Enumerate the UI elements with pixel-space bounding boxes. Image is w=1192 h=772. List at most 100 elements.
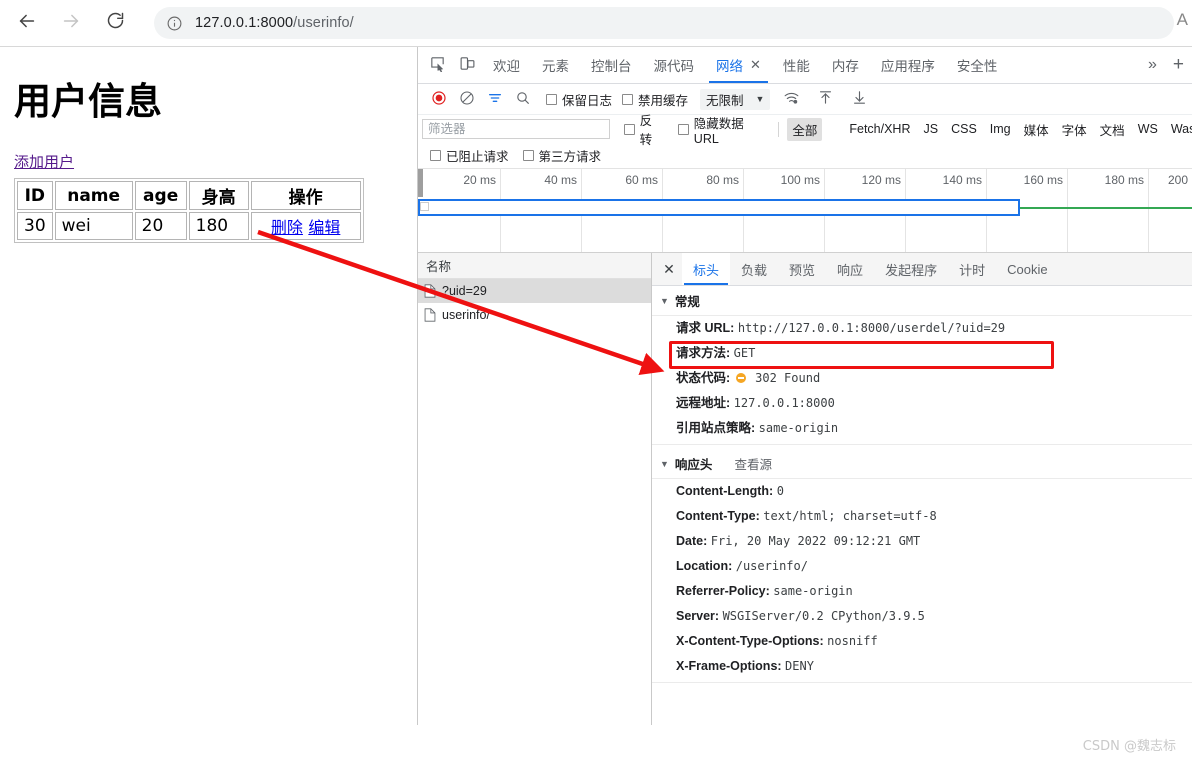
general-section-header[interactable]: ▼ 常规 <box>652 286 1192 316</box>
timeline-start-marker <box>420 202 429 211</box>
record-button[interactable] <box>426 86 452 112</box>
detail-tab-cookies[interactable]: Cookie <box>996 253 1058 285</box>
network-toolbar: 保留日志 禁用缓存 无限制 ▼ <box>418 84 1192 115</box>
view-source-link[interactable]: 查看源 <box>734 454 772 473</box>
detail-tabstrip: ✕ 标头 负载 预览 响应 发起程序 计时 Cookie <box>652 253 1192 286</box>
header-row-content-type[interactable]: Content-Type: text/html; charset=utf-8 <box>652 504 1192 529</box>
detail-tab-initiator[interactable]: 发起程序 <box>874 253 948 285</box>
type-filter-wasm[interactable]: Was <box>1166 120 1192 138</box>
preserve-log-checkbox[interactable]: 保留日志 <box>546 90 612 109</box>
tab-label: 元素 <box>542 59 569 74</box>
tab-elements[interactable]: 元素 <box>531 47 580 83</box>
request-row-uid29[interactable]: ?uid=29 <box>418 279 651 303</box>
tab-label: 内存 <box>831 59 859 74</box>
network-overview-timeline[interactable]: 20 ms 40 ms 60 ms 80 ms 100 ms 120 ms 14… <box>418 169 1192 253</box>
request-row-userinfo[interactable]: userinfo/ <box>418 303 651 327</box>
header-key: Server: <box>676 609 720 623</box>
checkbox-box <box>430 150 441 161</box>
clear-icon <box>459 90 475 109</box>
type-filter-all[interactable]: 全部 <box>787 117 823 141</box>
tab-sources[interactable]: 源代码 <box>643 47 706 83</box>
header-row-request-url[interactable]: 请求 URL: http://127.0.0.1:8000/userdel/?u… <box>652 316 1192 341</box>
chevron-down-icon: ▼ <box>755 94 765 104</box>
header-row-date[interactable]: Date: Fri, 20 May 2022 09:12:21 GMT <box>652 529 1192 554</box>
page-viewport: 用户信息 添加用户 ID name age 身高 操作 30 wei 20 18… <box>0 47 418 772</box>
close-detail-icon[interactable]: ✕ <box>656 256 682 282</box>
tab-welcome[interactable]: 欢迎 <box>482 47 531 83</box>
header-value: Fri, 20 May 2022 09:12:21 GMT <box>710 534 921 548</box>
tab-application[interactable]: 应用程序 <box>870 47 946 83</box>
network-conditions-icon <box>783 89 800 109</box>
response-headers-section-header[interactable]: ▼ 响应头 查看源 <box>652 449 1192 479</box>
tab-label: 应用程序 <box>880 59 935 74</box>
tick-label: 180 ms <box>1104 173 1144 187</box>
detail-tab-payload[interactable]: 负载 <box>730 253 778 285</box>
add-user-link[interactable]: 添加用户 <box>14 151 74 172</box>
timeline-selection-window[interactable] <box>418 199 1020 216</box>
delete-link[interactable]: 删除 <box>271 218 303 237</box>
type-filter-css[interactable]: CSS <box>946 120 982 138</box>
blocked-requests-checkbox[interactable]: 已阻止请求 <box>430 146 509 165</box>
detail-tab-preview[interactable]: 预览 <box>778 253 826 285</box>
type-filter-doc[interactable]: 文档 <box>1095 118 1130 141</box>
third-party-requests-checkbox[interactable]: 第三方请求 <box>522 146 601 165</box>
address-bar[interactable]: 127.0.0.1:8000/userinfo/ <box>154 7 1174 39</box>
inspect-element-button[interactable] <box>422 50 452 80</box>
header-row-remote-address[interactable]: 远程地址: 127.0.0.1:8000 <box>652 391 1192 416</box>
tab-memory[interactable]: 内存 <box>821 47 870 83</box>
export-har-button[interactable] <box>846 86 872 112</box>
arrow-left-icon <box>16 10 38 37</box>
back-button[interactable] <box>10 6 44 40</box>
tab-console[interactable]: 控制台 <box>580 47 643 83</box>
header-row-referrer-policy-resp[interactable]: Referrer-Policy: same-origin <box>652 579 1192 604</box>
cell-height: 180 <box>188 212 249 240</box>
info-circle-icon[interactable] <box>166 15 183 32</box>
hide-data-urls-checkbox[interactable]: 隐藏数据 URL <box>678 113 770 146</box>
type-filter-font[interactable]: 字体 <box>1057 118 1092 141</box>
tab-network[interactable]: 网络 ✕ <box>705 47 772 83</box>
reload-button[interactable] <box>98 6 132 40</box>
clear-button[interactable] <box>454 86 480 112</box>
detail-tab-response[interactable]: 响应 <box>826 253 874 285</box>
forward-button[interactable] <box>54 6 88 40</box>
timeline-left-handle[interactable] <box>418 169 423 197</box>
detail-tab-timing[interactable]: 计时 <box>948 253 996 285</box>
add-panel-icon[interactable]: + <box>1165 54 1192 76</box>
detail-tab-label: 标头 <box>693 262 720 278</box>
header-row-location[interactable]: Location: /userinfo/ <box>652 554 1192 579</box>
tick-label: 80 ms <box>706 173 739 187</box>
header-row-server[interactable]: Server: WSGIServer/0.2 CPython/3.9.5 <box>652 604 1192 629</box>
header-row-request-method[interactable]: 请求方法: GET <box>652 341 1192 366</box>
search-button[interactable] <box>510 86 536 112</box>
type-filter-js[interactable]: JS <box>919 120 944 138</box>
tick-label: 100 ms <box>780 173 820 187</box>
header-row-x-content-type-options[interactable]: X-Content-Type-Options: nosniff <box>652 629 1192 654</box>
header-row-x-frame-options[interactable]: X-Frame-Options: DENY <box>652 654 1192 683</box>
more-tabs-icon[interactable]: » <box>1140 56 1165 74</box>
throttling-select[interactable]: 无限制 ▼ <box>700 88 771 110</box>
filter-input[interactable] <box>422 119 610 139</box>
header-row-status-code[interactable]: 状态代码: 302 Found <box>652 366 1192 391</box>
profile-avatar[interactable]: A <box>1177 10 1188 30</box>
type-filter-img[interactable]: Img <box>985 120 1016 138</box>
network-filter-row-2: 已阻止请求 第三方请求 <box>418 143 1192 169</box>
header-row-referrer-policy[interactable]: 引用站点策略: same-origin <box>652 416 1192 445</box>
timeline-band <box>418 199 1192 216</box>
type-filter-media[interactable]: 媒体 <box>1019 118 1054 141</box>
disable-cache-checkbox[interactable]: 禁用缓存 <box>622 90 688 109</box>
type-filter-fetch-xhr[interactable]: Fetch/XHR <box>844 120 915 138</box>
network-conditions-button[interactable] <box>778 86 804 112</box>
cell-operations: 删除 编辑 <box>250 212 361 240</box>
request-list-header[interactable]: 名称 <box>418 253 651 279</box>
edit-link[interactable]: 编辑 <box>308 218 340 237</box>
import-har-button[interactable] <box>812 86 838 112</box>
header-row-content-length[interactable]: Content-Length: 0 <box>652 479 1192 504</box>
tab-performance[interactable]: 性能 <box>772 47 821 83</box>
detail-tab-headers[interactable]: 标头 <box>682 253 731 285</box>
tab-security[interactable]: 安全性 <box>946 47 1009 83</box>
user-table: ID name age 身高 操作 30 wei 20 180 删除 编辑 <box>14 178 364 243</box>
filter-toggle-button[interactable] <box>482 86 508 112</box>
device-toolbar-button[interactable] <box>452 50 482 80</box>
close-icon[interactable]: ✕ <box>750 57 761 73</box>
type-filter-ws[interactable]: WS <box>1133 120 1163 138</box>
